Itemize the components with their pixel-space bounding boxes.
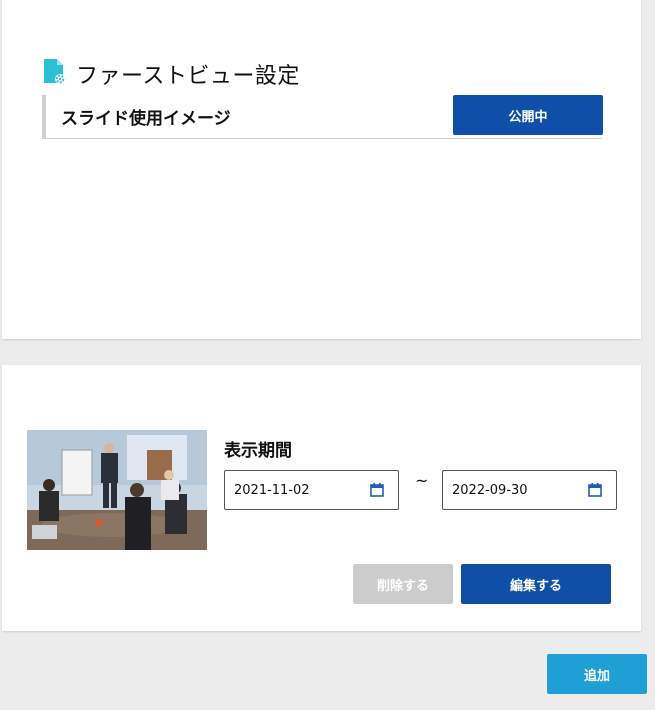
slide-thumbnail bbox=[27, 430, 207, 550]
section-label: スライド使用イメージ bbox=[61, 109, 231, 129]
date-separator: ~ bbox=[415, 471, 429, 490]
publish-status-button[interactable]: 公開中 bbox=[453, 95, 603, 135]
page-title: ファーストビュー設定 bbox=[76, 63, 300, 89]
slide-card: 表示期間 2021-11-02 ~ 2022-09-30 削除する 編集する bbox=[2, 365, 641, 631]
add-button[interactable]: 追加 bbox=[547, 654, 647, 694]
start-date-value: 2021-11-02 bbox=[234, 483, 310, 498]
end-date-value: 2022-09-30 bbox=[452, 483, 528, 498]
edit-button[interactable]: 編集する bbox=[461, 564, 611, 604]
period-label: 表示期間 bbox=[224, 441, 292, 461]
document-gear-icon bbox=[42, 58, 76, 89]
settings-card: ファーストビュー設定 スライド使用イメージ 公開中 bbox=[2, 0, 641, 339]
start-date-field[interactable]: 2021-11-02 bbox=[224, 470, 399, 510]
delete-button[interactable]: 削除する bbox=[353, 564, 453, 604]
end-date-field[interactable]: 2022-09-30 bbox=[442, 470, 617, 510]
